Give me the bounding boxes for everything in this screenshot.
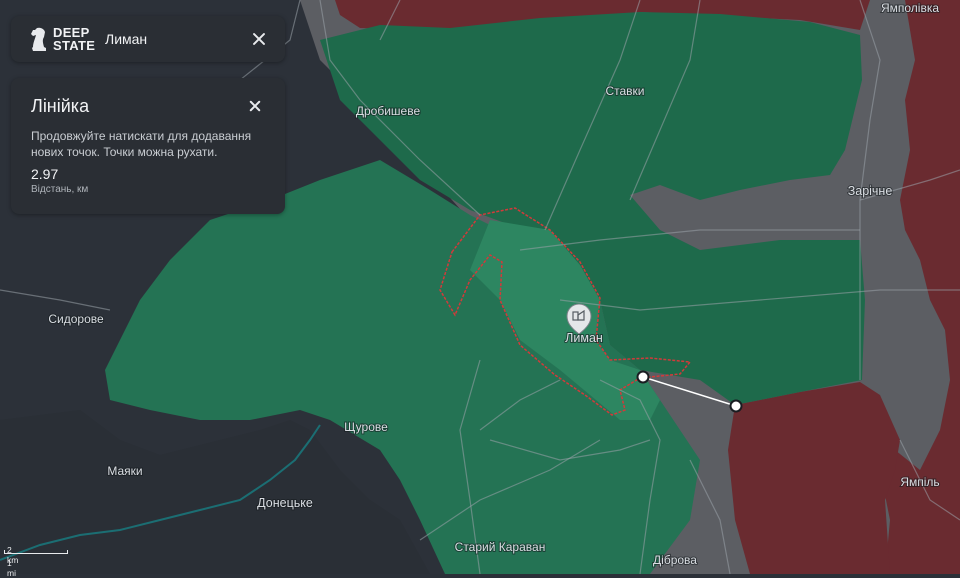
city-label-shchurove: Щурове [344, 420, 388, 434]
ruler-panel: Лінійка Продовжуйте натискати для додава… [11, 78, 285, 214]
ruler-title: Лінійка [31, 96, 90, 116]
ruler-point-start[interactable] [636, 370, 650, 384]
close-ruler-icon[interactable] [248, 99, 262, 113]
city-label-mayaky: Маяки [107, 464, 142, 478]
ruler-hint: Продовжуйте натискати для додавання нови… [31, 129, 252, 159]
scale-imperial: 1 mi [7, 558, 16, 578]
city-label-drobysheve: Дробишеве [356, 104, 421, 118]
city-label-lyman: Лиман [565, 331, 603, 345]
city-label-yampolivka: Ямполівка [881, 1, 939, 15]
ruler-distance-value: 2.97 [31, 166, 59, 182]
city-label-stavky: Ставки [605, 84, 644, 98]
ruler-point-end[interactable] [729, 399, 743, 413]
city-label-sydorove: Сидорове [48, 312, 104, 326]
chess-knight-icon [31, 27, 46, 51]
city-label-zarichne: Зарічне [848, 184, 893, 198]
city-label-donetske: Донецьке [257, 496, 313, 510]
header-bar: DEEP STATE Лиман [11, 16, 285, 62]
city-label-dibrova: Діброва [653, 553, 697, 567]
scale-line [4, 550, 68, 554]
city-label-staryi-karavan: Старий Караван [455, 540, 546, 554]
city-label-yampil: Ямпіль [900, 475, 939, 489]
occupied-area-southeast [728, 382, 900, 574]
logo[interactable]: DEEP STATE [29, 26, 95, 52]
close-icon[interactable] [251, 31, 267, 47]
place-title: Лиман [105, 31, 148, 47]
ruler-distance-unit: Відстань, км [31, 184, 89, 195]
brand-line-2: STATE [53, 38, 96, 53]
